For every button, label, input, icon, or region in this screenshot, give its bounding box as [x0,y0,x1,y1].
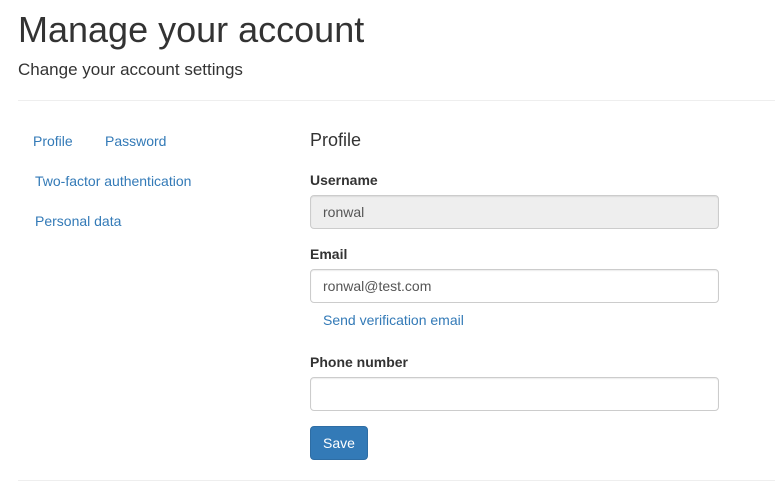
phone-number-field[interactable] [310,377,719,411]
phone-number-label: Phone number [310,354,409,370]
username-field [310,195,719,229]
page-subtitle: Change your account settings [18,60,243,79]
email-field[interactable] [310,269,719,303]
send-verification-email-link[interactable]: Send verification email [323,313,464,327]
nav-item-profile[interactable]: Profile [33,134,73,148]
header-divider [18,100,775,101]
nav-item-password[interactable]: Password [105,134,166,148]
page-title: Manage your account [18,9,365,50]
footer-divider [18,480,775,481]
email-label: Email [310,246,348,262]
manage-account-page: Manage your account Change your account … [0,0,775,491]
section-title: Profile [310,130,362,150]
save-button[interactable]: Save [310,426,368,460]
username-label: Username [310,172,378,188]
nav-item-personal-data[interactable]: Personal data [35,214,121,228]
nav-item-two-factor-authentication[interactable]: Two-factor authentication [35,174,191,188]
